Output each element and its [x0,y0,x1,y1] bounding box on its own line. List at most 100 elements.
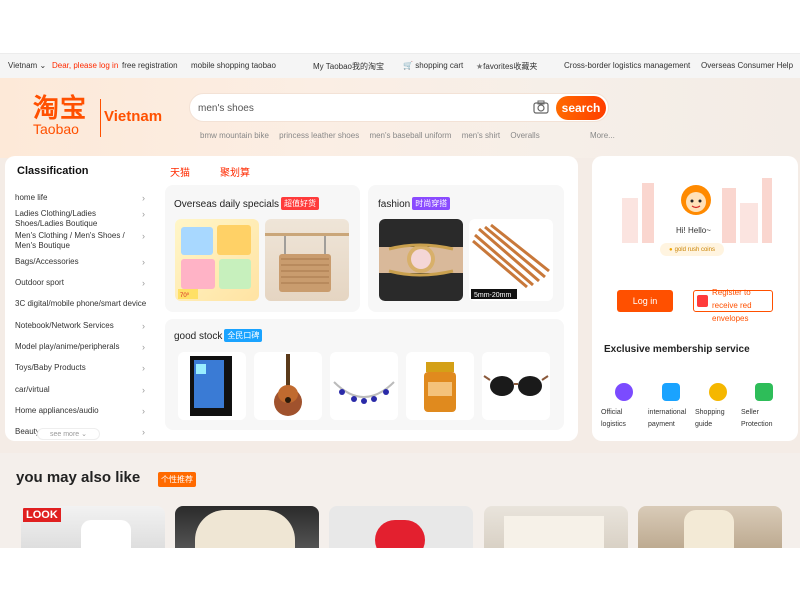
tab-tmall[interactable]: 天猫 [170,164,190,179]
product-image[interactable]: 70⁰ [175,219,259,301]
logistics-link[interactable]: Cross-border logistics management [564,61,690,70]
country-selector[interactable]: Vietnam ⌄ [8,61,46,70]
hot-word[interactable]: princess leather shoes [279,131,359,140]
category-item[interactable]: Ladies Clothing/Ladies Shoes/Ladies Bout… [15,209,145,229]
top-utility-bar: Vietnam ⌄ Dear, please log in free regis… [0,53,800,78]
product-image[interactable] [406,352,474,420]
hot-words: bmw mountain bike princess leather shoes… [200,131,623,140]
category-item[interactable]: 3C digital/mobile phone/smart device [15,299,150,309]
country-label: Vietnam [8,61,38,70]
category-item[interactable]: Model play/anime/peripherals › [15,342,145,352]
cart-icon: 🛒 [403,61,413,70]
fashion-title: fashion 时尚穿搭 [378,197,451,210]
product-dress-image [684,510,734,550]
service-seller-protection[interactable]: Seller Protection [741,383,787,431]
recommend-item[interactable] [329,506,473,550]
payment-icon [662,383,680,401]
logo-en: Taobao [33,121,79,137]
category-item[interactable]: Men's Clothing / Men's Shoes / Men's Bou… [15,231,145,251]
recommend-item[interactable] [638,506,782,550]
product-image[interactable] [178,352,246,420]
category-item[interactable]: Bags/Accessories › [15,257,145,267]
product-pc-case-image [190,356,232,416]
hot-word[interactable]: Overalls [510,131,539,140]
coin-icon: ● [669,246,673,253]
recommend-item[interactable]: LOOK [21,506,165,550]
product-sunglasses-image [483,375,549,396]
mascot-avatar [681,185,711,215]
overseas-title: Overseas daily specials 超值好货 [174,197,320,210]
product-image[interactable] [254,352,322,420]
classification-title: Classification [17,165,89,177]
category-item[interactable]: Notebook/Network Services › [15,321,145,331]
register-button[interactable]: Register to receive red envelopes [693,288,773,323]
chevron-right-icon: › [142,385,145,395]
compass-icon [709,383,727,401]
may-like-title: you may also like [16,469,141,486]
chevron-down-icon: ⌄ [39,61,47,70]
category-item[interactable]: Home appliances/audio › [15,406,145,416]
product-image[interactable] [330,352,398,420]
more-link[interactable]: More... [590,131,615,140]
recommend-item[interactable] [484,506,628,550]
product-bracelet-image [333,381,395,404]
search-button[interactable]: search [556,96,606,120]
chevron-right-icon: › [142,278,145,288]
chevron-right-icon: › [142,231,145,241]
overseas-tag: 超值好货 [281,197,320,210]
red-envelope-icon [697,295,708,307]
product-image[interactable] [379,219,463,301]
service-international-payment[interactable]: international payment [648,383,694,431]
service-shopping-guide[interactable]: Shopping guide [695,383,741,431]
product-needles-image: 5mm-20mm [471,223,550,299]
search-bar: search [189,93,609,122]
register-label: Register to receive red envelopes [712,288,752,323]
gold-coins-badge[interactable]: ● gold rush coins [660,243,724,256]
login-button[interactable]: Log in [617,290,673,312]
register-link[interactable]: free registration [122,61,178,70]
login-link[interactable]: Dear, please log in [52,61,118,70]
mobile-link[interactable]: mobile shopping taobao [191,61,276,70]
greeting-text: Hi! Hello~ [676,226,711,235]
tab-juhuasuan[interactable]: 聚划算 [220,164,250,179]
chevron-right-icon: › [142,209,145,219]
favorites-link[interactable]: ★favorites收藏夹 [476,61,537,72]
category-item[interactable]: Toys/Baby Products › [15,363,145,373]
category-item[interactable]: Outdoor sport › [15,278,145,288]
help-link[interactable]: Overseas Consumer Help [701,61,793,70]
service-official-logistics[interactable]: Official logistics [601,383,647,431]
product-image[interactable] [265,219,349,301]
favorites-label: favorites收藏夹 [483,62,538,71]
search-input[interactable] [198,98,518,118]
svg-text:70⁰: 70⁰ [180,292,190,299]
my-taobao-link[interactable]: My Taobao我的淘宝 [313,61,384,72]
membership-title: Exclusive membership service [604,344,750,355]
cart-link[interactable]: 🛒 shopping cart [403,61,463,70]
product-watch-image [379,243,463,277]
hot-word[interactable]: men's shirt [462,131,500,140]
taobao-logo[interactable]: 淘宝 Taobao [33,95,87,137]
logo-cn: 淘宝 [33,93,88,123]
page-footer-blank [0,548,800,600]
chevron-right-icon: › [142,342,145,352]
chevron-right-icon: › [142,363,145,373]
look-label: LOOK [23,508,61,522]
see-more-button[interactable]: see more ⌄ [37,428,100,440]
camera-icon[interactable] [533,100,549,114]
logistics-icon [615,383,633,401]
category-item[interactable]: home life › [15,193,145,203]
chevron-right-icon: › [142,406,145,416]
logo-country: Vietnam [104,108,163,125]
category-item[interactable]: car/virtual › [15,385,145,395]
needle-size-caption: 5mm-20mm [474,292,512,299]
hot-word[interactable]: bmw mountain bike [200,131,269,140]
product-image[interactable] [482,352,550,420]
chevron-down-icon: ⌄ [81,431,87,438]
product-guitar-image [274,354,302,416]
fashion-tag: 时尚穿搭 [412,197,451,210]
product-knit-image [504,516,604,550]
logo-divider [100,99,101,137]
hot-word[interactable]: men's baseball uniform [369,131,451,140]
product-image[interactable]: 5mm-20mm [469,219,553,301]
recommend-item[interactable] [175,506,319,550]
